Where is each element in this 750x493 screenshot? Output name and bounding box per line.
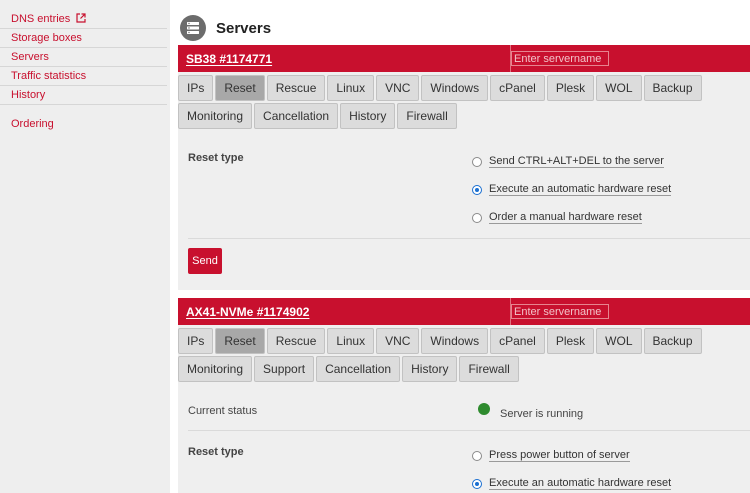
- server-name-link[interactable]: SB38 #1174771: [178, 52, 502, 66]
- tab-firewall[interactable]: Firewall: [459, 356, 519, 382]
- tab-cancellation[interactable]: Cancellation: [254, 103, 339, 129]
- server-header-bar: SB38 #1174771: [178, 45, 750, 72]
- radio-automatic-reset[interactable]: [472, 478, 482, 489]
- radio-power-button[interactable]: [472, 450, 482, 461]
- tab-history[interactable]: History: [340, 103, 396, 129]
- sidebar-spacer: [0, 105, 170, 115]
- sidebar-item-label: History: [11, 89, 46, 101]
- sidebar-item-label: Servers: [11, 51, 49, 63]
- servername-input[interactable]: [511, 51, 609, 66]
- tab-backup[interactable]: Backup: [643, 75, 702, 101]
- option-automatic-reset[interactable]: Execute an automatic hardware reset: [472, 183, 672, 196]
- option-manual-reset[interactable]: Order a manual hardware reset: [472, 211, 642, 224]
- page-title: Servers: [216, 19, 272, 37]
- sidebar-item-servers[interactable]: Servers: [0, 48, 167, 67]
- server-name-link[interactable]: AX41-NVMe #1174902: [178, 305, 502, 319]
- server-panel: SB38 #1174771 IPs Reset Rescue Linux VNC…: [178, 45, 750, 290]
- tab-reset[interactable]: Reset: [215, 328, 265, 354]
- tab-ips[interactable]: IPs: [178, 75, 214, 101]
- sidebar-item-label: Storage boxes: [11, 32, 82, 44]
- tab-reset[interactable]: Reset: [215, 75, 265, 101]
- tab-wol[interactable]: WOL: [596, 328, 642, 354]
- tab-firewall[interactable]: Firewall: [397, 103, 457, 129]
- tab-history[interactable]: History: [402, 356, 458, 382]
- tab-windows[interactable]: Windows: [421, 75, 489, 101]
- sidebar-item-label: Ordering: [11, 118, 54, 130]
- server-header-bar: AX41-NVMe #1174902: [178, 298, 750, 325]
- server-tabs: IPs Reset Rescue Linux VNC Windows cPane…: [178, 72, 750, 130]
- tab-plesk[interactable]: Plesk: [546, 328, 595, 354]
- tab-backup[interactable]: Backup: [643, 328, 702, 354]
- tab-cpanel[interactable]: cPanel: [490, 328, 545, 354]
- page-header: Servers: [180, 14, 271, 42]
- divider: [188, 430, 750, 431]
- server-tabs: IPs Reset Rescue Linux VNC Windows cPane…: [178, 325, 750, 383]
- radio-ctrl-alt-del[interactable]: [472, 156, 482, 167]
- sidebar-item-ordering[interactable]: Ordering: [0, 115, 167, 134]
- tab-cpanel[interactable]: cPanel: [490, 75, 545, 101]
- tab-windows[interactable]: Windows: [421, 328, 489, 354]
- tab-monitoring[interactable]: Monitoring: [178, 103, 253, 129]
- tab-plesk[interactable]: Plesk: [546, 75, 595, 101]
- tab-rescue[interactable]: Rescue: [266, 328, 326, 354]
- sidebar-item-history[interactable]: History: [0, 86, 167, 105]
- radio-manual-reset[interactable]: [472, 212, 482, 223]
- tab-rescue[interactable]: Rescue: [266, 75, 326, 101]
- radio-automatic-reset[interactable]: [472, 184, 482, 195]
- sidebar-item-traffic-statistics[interactable]: Traffic statistics: [0, 67, 167, 86]
- sidebar-item-label: Traffic statistics: [11, 70, 87, 82]
- header-divider: [510, 45, 511, 72]
- option-automatic-reset[interactable]: Execute an automatic hardware reset: [472, 477, 672, 490]
- divider: [188, 238, 750, 239]
- option-power-button[interactable]: Press power button of server: [472, 449, 630, 462]
- server-panel: AX41-NVMe #1174902 IPs Reset Rescue Linu…: [178, 298, 750, 493]
- sidebar-nav: DNS entries Storage boxes Servers Traffi…: [0, 0, 170, 134]
- servername-input[interactable]: [511, 304, 609, 319]
- status-text: Server is running: [500, 408, 584, 420]
- current-status-label: Current status: [188, 405, 258, 417]
- tab-linux[interactable]: Linux: [327, 328, 375, 354]
- sidebar-item-label: DNS entries: [11, 13, 71, 25]
- tab-linux[interactable]: Linux: [327, 75, 375, 101]
- tab-vnc[interactable]: VNC: [376, 75, 420, 101]
- sidebar-item-storage-boxes[interactable]: Storage boxes: [0, 29, 167, 48]
- send-button[interactable]: Send: [188, 248, 222, 274]
- header-divider: [510, 298, 511, 325]
- reset-type-label: Reset type: [188, 446, 244, 458]
- tab-monitoring[interactable]: Monitoring: [178, 356, 253, 382]
- tab-support[interactable]: Support: [254, 356, 315, 382]
- sidebar-item-dns-entries[interactable]: DNS entries: [0, 10, 167, 29]
- sidebar: DNS entries Storage boxes Servers Traffi…: [0, 0, 170, 493]
- server-icon: [180, 15, 206, 41]
- option-ctrl-alt-del[interactable]: Send CTRL+ALT+DEL to the server: [472, 155, 664, 168]
- tab-ips[interactable]: IPs: [178, 328, 214, 354]
- reset-type-label: Reset type: [188, 152, 244, 164]
- status-running-icon: [478, 403, 490, 415]
- tab-cancellation[interactable]: Cancellation: [316, 356, 401, 382]
- external-link-icon: [76, 13, 86, 23]
- tab-wol[interactable]: WOL: [596, 75, 642, 101]
- tab-vnc[interactable]: VNC: [376, 328, 420, 354]
- main-content: Servers SB38 #1174771 IPs Reset Rescue L…: [170, 0, 750, 493]
